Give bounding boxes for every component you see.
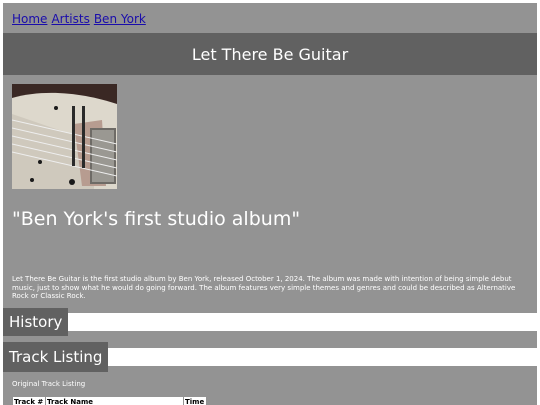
guitar-illustration (12, 84, 117, 189)
nav-link-ben-york[interactable]: Ben York (94, 12, 146, 26)
album-tagline: "Ben York's first studio album" (12, 208, 301, 230)
history-heading: History (3, 308, 69, 336)
column-header-time: Time (183, 396, 207, 405)
nav-link-home[interactable]: Home (12, 12, 47, 26)
nav-link-artists[interactable]: Artists (51, 12, 89, 26)
track-table-header: Track # Track Name Time (12, 396, 207, 405)
history-section-bar (3, 313, 537, 331)
page-title: Let There Be Guitar (191, 44, 349, 64)
track-table: Track # Track Name Time (12, 396, 207, 405)
track-listing-caption: Original Track Listing (12, 380, 86, 388)
page-header: Let There Be Guitar (3, 33, 537, 75)
album-description: Let There Be Guitar is the first studio … (12, 275, 516, 300)
column-header-track-name: Track Name (45, 396, 184, 405)
column-header-track-number: Track # (12, 396, 46, 405)
page: Home Artists Ben York Let There Be Guitar … (3, 3, 537, 405)
album-cover-image (12, 84, 117, 189)
track-listing-heading: Track Listing (3, 342, 109, 372)
breadcrumb: Home Artists Ben York (12, 12, 150, 26)
